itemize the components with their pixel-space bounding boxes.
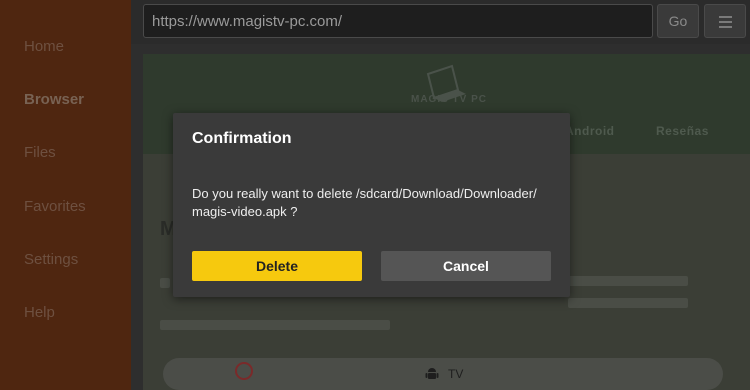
go-button[interactable]: Go — [657, 4, 699, 38]
pill-label: TV — [448, 367, 464, 381]
paragraph-line — [568, 298, 688, 308]
dialog-title: Confirmation — [192, 130, 292, 147]
site-logo-text: MAGIS TV PC — [411, 94, 488, 105]
confirmation-dialog: Confirmation Do you really want to delet… — [173, 113, 570, 297]
paragraph-line — [160, 278, 170, 288]
circle-icon — [235, 362, 253, 380]
sidebar-item-favorites[interactable]: Favorites — [24, 198, 86, 215]
hamburger-icon-line — [719, 21, 732, 23]
sidebar-item-home[interactable]: Home — [24, 38, 64, 55]
menu-button[interactable] — [704, 4, 746, 38]
url-input[interactable]: https://www.magistv-pc.com/ — [143, 4, 653, 38]
dialog-message: Do you really want to delete /sdcard/Dow… — [192, 186, 537, 219]
nav-link-android[interactable]: Android — [565, 124, 615, 138]
nav-link-resenas[interactable]: Reseñas — [656, 124, 709, 138]
delete-button[interactable]: Delete — [192, 251, 362, 281]
hamburger-icon-line — [719, 26, 732, 28]
sidebar-item-help[interactable]: Help — [24, 304, 55, 321]
paragraph-line — [160, 320, 390, 330]
sidebar-item-browser[interactable]: Browser — [24, 91, 84, 108]
sidebar-item-files[interactable]: Files — [24, 144, 56, 161]
cancel-button[interactable]: Cancel — [381, 251, 551, 281]
hamburger-icon — [719, 16, 732, 18]
sidebar-item-settings[interactable]: Settings — [24, 251, 78, 268]
paragraph-line — [568, 276, 688, 286]
android-icon — [425, 368, 439, 379]
sidebar: Home Browser Files Favorites Settings He… — [0, 0, 131, 390]
